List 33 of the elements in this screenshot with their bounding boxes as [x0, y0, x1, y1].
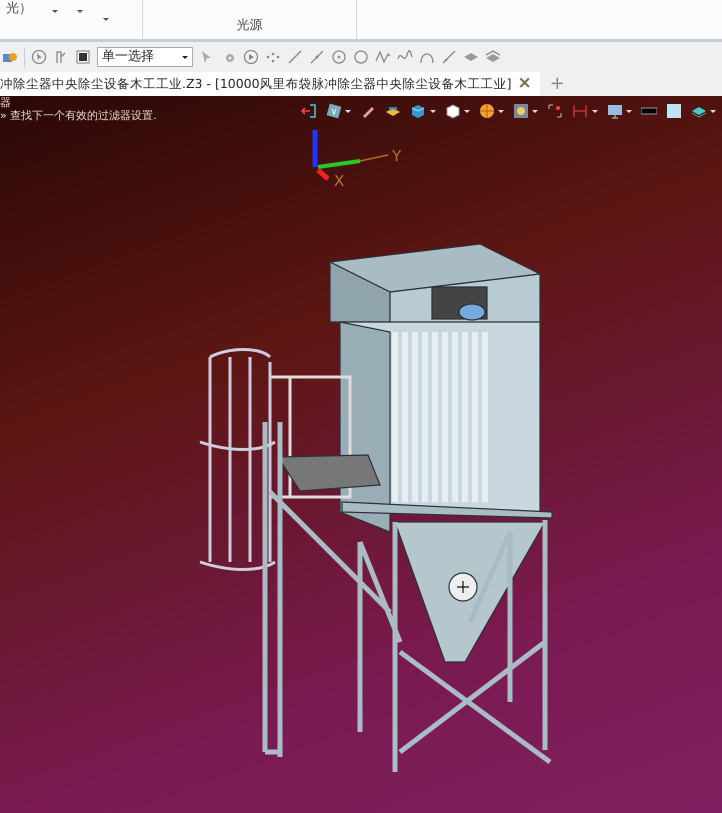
layers-icon[interactable] [485, 49, 501, 65]
ribbon-group-title: 光源 [236, 17, 262, 36]
wheel-icon[interactable] [478, 103, 495, 119]
monitor-icon[interactable] [606, 103, 622, 119]
curve-icon[interactable] [375, 49, 391, 65]
line-icon[interactable] [441, 49, 457, 65]
tab-label[interactable]: 冲除尘器中央除尘设备木工工业.Z3 - [10000风里布袋脉冲除尘器中央除尘设备木工工业] [0, 74, 512, 94]
axis-label: X [334, 172, 344, 190]
caret-icon [182, 56, 188, 58]
view-icon[interactable] [326, 103, 342, 119]
exit-icon[interactable] [301, 103, 317, 119]
cube-icon[interactable] [410, 103, 426, 119]
color-swatch-icon[interactable] [666, 103, 682, 119]
play-icon[interactable] [243, 49, 259, 65]
tab-close-button[interactable]: × [517, 71, 532, 97]
caret-icon[interactable] [102, 18, 108, 21]
line-icon[interactable] [309, 49, 325, 65]
message-line: » 查找下一个有效的过滤器设置. [0, 109, 157, 122]
cube-icon[interactable] [444, 103, 460, 119]
ribbon-label[interactable]: 光） [6, 2, 32, 16]
document-tab[interactable]: 冲除尘器中央除尘设备木工工业.Z3 - [10000风里布袋脉冲除尘器中央除尘设备木工工业] × [0, 72, 540, 96]
zoom-icon[interactable] [513, 103, 529, 119]
message-line: 器 [0, 96, 12, 109]
circle-icon[interactable] [331, 49, 347, 65]
circle-icon[interactable] [353, 49, 369, 65]
line-icon[interactable] [287, 49, 303, 65]
fit-icon[interactable] [547, 103, 564, 119]
select-mode-dropdown[interactable]: 单一选择 [97, 47, 193, 67]
caret-icon[interactable] [77, 10, 83, 13]
stop-icon[interactable] [75, 49, 91, 65]
cursor-circle-icon[interactable] [31, 49, 47, 65]
axis-label: Y [392, 147, 402, 165]
caret-icon[interactable] [52, 10, 58, 13]
